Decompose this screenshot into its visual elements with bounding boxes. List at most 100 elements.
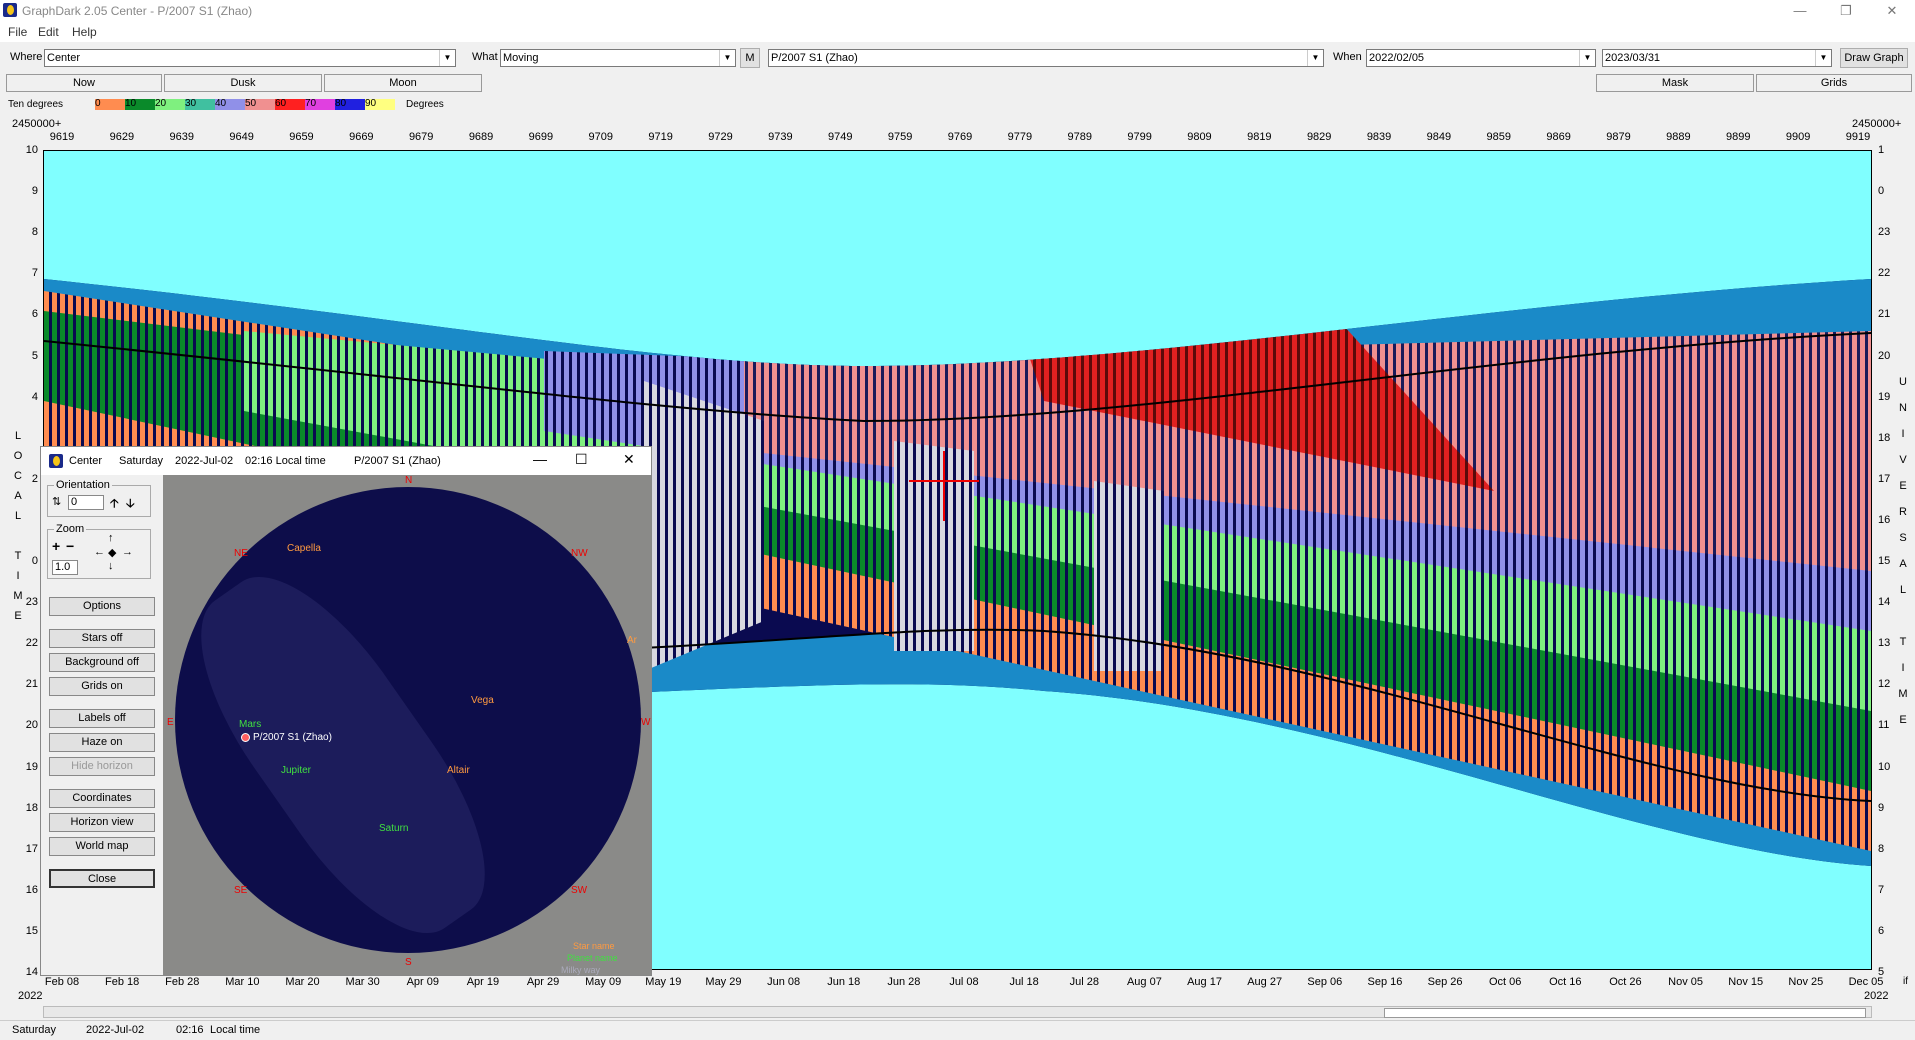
world-map-button[interactable]: World map <box>49 837 155 856</box>
local-hour-tick: 10 <box>25 144 38 156</box>
ut-hour-tick: 10 <box>1878 760 1891 773</box>
status-bar: Saturday 2022-Jul-02 02:16 Local time <box>0 1020 1915 1040</box>
where-select[interactable]: Center ▼ <box>44 49 456 67</box>
hide-horizon-button[interactable]: Hide horizon <box>49 757 155 776</box>
when-start-select[interactable]: 2022/02/05 ▼ <box>1366 49 1596 67</box>
date-tick-label: Sep 06 <box>1307 976 1343 988</box>
compass-e: E <box>167 717 174 728</box>
what-select[interactable]: Moving ▼ <box>500 49 736 67</box>
tab-mask[interactable]: Mask <box>1596 74 1754 92</box>
sky-chart[interactable]: N NE NW E W SE SW S Capella Vega Altair … <box>163 475 651 975</box>
draw-graph-button[interactable]: Draw Graph <box>1840 48 1908 68</box>
close-icon[interactable]: ✕ <box>1869 0 1915 22</box>
chevron-down-icon: ▼ <box>439 50 455 66</box>
zoom-input[interactable]: 1.0 <box>52 560 78 575</box>
year-right: 2022 <box>1864 990 1889 1002</box>
sky-window-title-bar: Center Saturday 2022-Jul-02 02:16 Local … <box>41 447 651 475</box>
date-tick-label: Jun 28 <box>887 976 921 988</box>
ut-letter: M <box>1898 688 1908 700</box>
restore-icon[interactable]: ❐ <box>1823 0 1869 22</box>
rotate-icon[interactable]: ⇅ <box>52 495 61 508</box>
ut-letter: E <box>1899 480 1907 492</box>
tab-now[interactable]: Now <box>6 74 162 92</box>
maximize-icon[interactable]: ☐ <box>575 451 588 468</box>
date-tick-label: Mar 10 <box>225 976 260 988</box>
legend-swatch-label: 70 <box>305 98 317 109</box>
local-hour-tick: 7 <box>31 267 38 280</box>
date-tick-label: Jul 18 <box>1009 976 1039 988</box>
haze-on-button[interactable]: Haze on <box>49 733 155 752</box>
menu-help[interactable]: Help <box>72 25 97 39</box>
close-icon[interactable]: ✕ <box>623 451 635 468</box>
stars-off-button[interactable]: Stars off <box>49 629 155 648</box>
when-end-select[interactable]: 2023/03/31 ▼ <box>1602 49 1832 67</box>
jd-tick-label: 9779 <box>1007 131 1033 143</box>
close-button[interactable]: Close <box>49 869 155 888</box>
background-off-button[interactable]: Background off <box>49 653 155 672</box>
zoom-out-icon[interactable]: − <box>66 538 74 554</box>
tab-grids[interactable]: Grids <box>1756 74 1912 92</box>
pan-up-icon[interactable]: ↑ <box>108 532 114 544</box>
zoom-in-icon[interactable]: + <box>52 538 60 554</box>
app-moon-icon <box>3 3 17 17</box>
where-value: Center <box>47 52 81 64</box>
local-time-letter: C <box>14 470 22 482</box>
when-label: When <box>1333 51 1362 63</box>
horizontal-scrollbar[interactable] <box>43 1006 1872 1018</box>
date-tick-label: Aug 17 <box>1187 976 1222 988</box>
ut-letter: U <box>1899 376 1907 388</box>
minimize-icon[interactable]: — <box>533 451 547 467</box>
planet-label-jupiter: Jupiter <box>281 765 312 776</box>
m-button[interactable]: M <box>740 48 760 68</box>
horizon-view-button[interactable]: Horizon view <box>49 813 155 832</box>
pan-right-icon[interactable]: → <box>122 546 133 558</box>
local-hour-tick: 21 <box>25 678 38 691</box>
options-button[interactable]: Options <box>49 597 155 616</box>
local-hour-tick: 4 <box>31 390 38 403</box>
scroll-thumb[interactable] <box>1384 1008 1866 1018</box>
compass-sw: SW <box>571 885 588 896</box>
jd-tick-label: 9759 <box>887 131 913 143</box>
orientation-input[interactable]: 0 <box>68 495 104 510</box>
pan-left-icon[interactable]: ← <box>94 546 105 558</box>
legend-swatch: 0 <box>95 98 125 110</box>
chevron-down-icon: ▼ <box>1307 50 1323 66</box>
local-hour-tick: 17 <box>25 842 38 855</box>
chevron-down-icon: ▼ <box>1815 50 1831 66</box>
menu-file[interactable]: File <box>8 25 27 39</box>
ut-hour-tick: 8 <box>1878 842 1885 855</box>
minimize-icon[interactable]: — <box>1777 0 1823 22</box>
pan-center-icon[interactable]: ◆ <box>108 546 116 559</box>
object-select[interactable]: P/2007 S1 (Zhao) ▼ <box>768 49 1324 67</box>
arrow-up-icon[interactable]: 🡡 <box>110 494 119 515</box>
date-tick-label: May 29 <box>705 976 742 988</box>
grids-on-button[interactable]: Grids on <box>49 677 155 696</box>
legend-swatch: 50 <box>245 98 275 110</box>
star-label-arcturus: Ar <box>627 635 637 646</box>
local-time-letter: M <box>13 590 23 602</box>
ut-hour-tick: 9 <box>1878 801 1885 814</box>
legend-swatch-label: 0 <box>95 98 101 109</box>
ut-letter: S <box>1899 532 1907 544</box>
local-time-letter: O <box>13 450 23 462</box>
tab-moon[interactable]: Moon <box>324 74 482 92</box>
local-hour-tick: 15 <box>25 924 38 937</box>
jd-tick-label: 9629 <box>109 131 135 143</box>
jd-tick-label: 9719 <box>648 131 673 143</box>
when-end-value: 2023/03/31 <box>1605 52 1661 64</box>
jd-tick-label: 9909 <box>1785 131 1811 143</box>
ut-letter: R <box>1899 506 1907 518</box>
jd-tick-label: 9829 <box>1306 131 1332 143</box>
labels-off-button[interactable]: Labels off <box>49 709 155 728</box>
jd-tick-label: 9819 <box>1247 131 1272 143</box>
local-hour-tick: 16 <box>25 883 38 896</box>
jd-tick-label: 9729 <box>708 131 733 143</box>
app-moon-icon <box>49 454 63 468</box>
coordinates-button[interactable]: Coordinates <box>49 789 155 808</box>
title-bar: GraphDark 2.05 Center - P/2007 S1 (Zhao)… <box>0 0 1915 22</box>
pan-down-icon[interactable]: ↓ <box>108 560 114 572</box>
tab-dusk[interactable]: Dusk <box>164 74 322 92</box>
arrow-down-icon[interactable]: 🡣 <box>126 494 135 515</box>
menu-edit[interactable]: Edit <box>38 25 59 39</box>
status-time-label: Local time <box>210 1024 261 1036</box>
